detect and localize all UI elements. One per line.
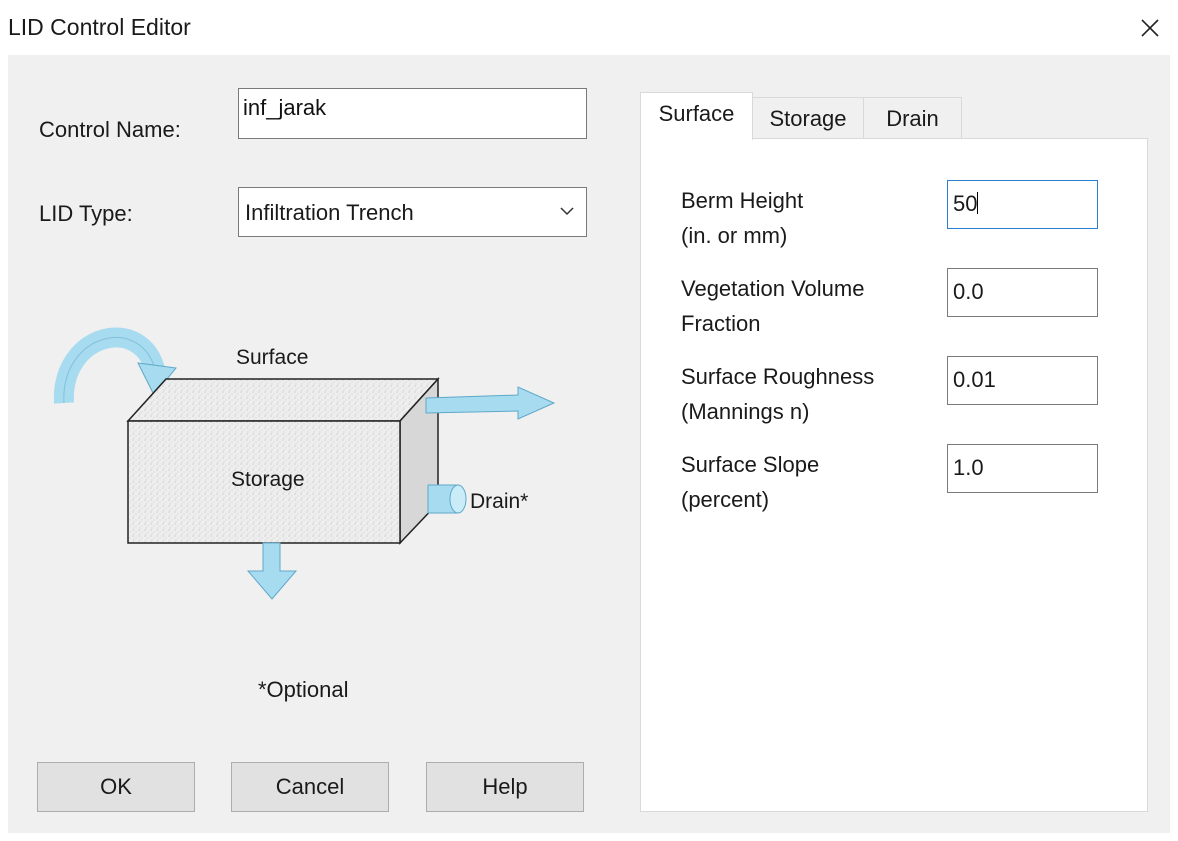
control-name-input[interactable]: inf_jarak [238, 88, 587, 139]
berm-height-input[interactable]: 50 [947, 180, 1098, 229]
control-name-label: Control Name: [39, 117, 181, 142]
berm-height-value: 50 [953, 191, 978, 216]
surface-roughness-input[interactable]: 0.01 [947, 356, 1098, 405]
surface-panel: Berm Height (in. or mm) 50 Vegetation Vo… [640, 138, 1148, 812]
vegetation-volume-label-line2: Fraction [681, 311, 761, 336]
ok-button[interactable]: OK [37, 762, 195, 812]
lid-type-dropdown[interactable]: Infiltration Trench [238, 187, 587, 237]
surface-roughness-label-line2: (Mannings n) [681, 399, 810, 424]
text-caret [977, 192, 979, 214]
help-button[interactable]: Help [426, 762, 584, 812]
window-title: LID Control Editor [8, 14, 191, 40]
title-bar: LID Control Editor [0, 0, 1178, 55]
surface-slope-label-line1: Surface Slope [681, 452, 820, 477]
close-icon[interactable] [1136, 14, 1164, 42]
tab-drain[interactable]: Drain [863, 97, 962, 139]
berm-height-label-line1: Berm Height [681, 188, 804, 213]
tab-storage[interactable]: Storage [752, 97, 864, 139]
dialog-body: Control Name: inf_jarak LID Type: Infilt… [8, 55, 1170, 833]
berm-height-label-line2: (in. or mm) [681, 223, 788, 248]
vegetation-volume-input[interactable]: 0.0 [947, 268, 1098, 317]
berm-height-label: Berm Height (in. or mm) [681, 183, 803, 253]
lid-type-value: Infiltration Trench [245, 200, 414, 225]
vegetation-volume-label-line1: Vegetation Volume [681, 276, 865, 301]
diagram-drain-label: Drain* [470, 490, 529, 513]
tab-surface[interactable]: Surface [640, 92, 753, 140]
surface-slope-label-line2: (percent) [681, 487, 770, 512]
lid-type-label: LID Type: [39, 201, 133, 226]
vegetation-volume-label: Vegetation Volume Fraction [681, 271, 864, 341]
diagram-storage-label: Storage [231, 468, 305, 491]
surface-slope-input[interactable]: 1.0 [947, 444, 1098, 493]
cancel-button[interactable]: Cancel [231, 762, 389, 812]
chevron-down-icon [560, 207, 574, 216]
diagram-surface-label: Surface [236, 346, 309, 369]
lid-diagram: Surface Storage Drain* [48, 313, 568, 613]
optional-note: *Optional [258, 677, 349, 702]
surface-slope-label: Surface Slope (percent) [681, 447, 819, 517]
surface-roughness-label: Surface Roughness (Mannings n) [681, 359, 874, 429]
surface-roughness-label-line1: Surface Roughness [681, 364, 875, 389]
